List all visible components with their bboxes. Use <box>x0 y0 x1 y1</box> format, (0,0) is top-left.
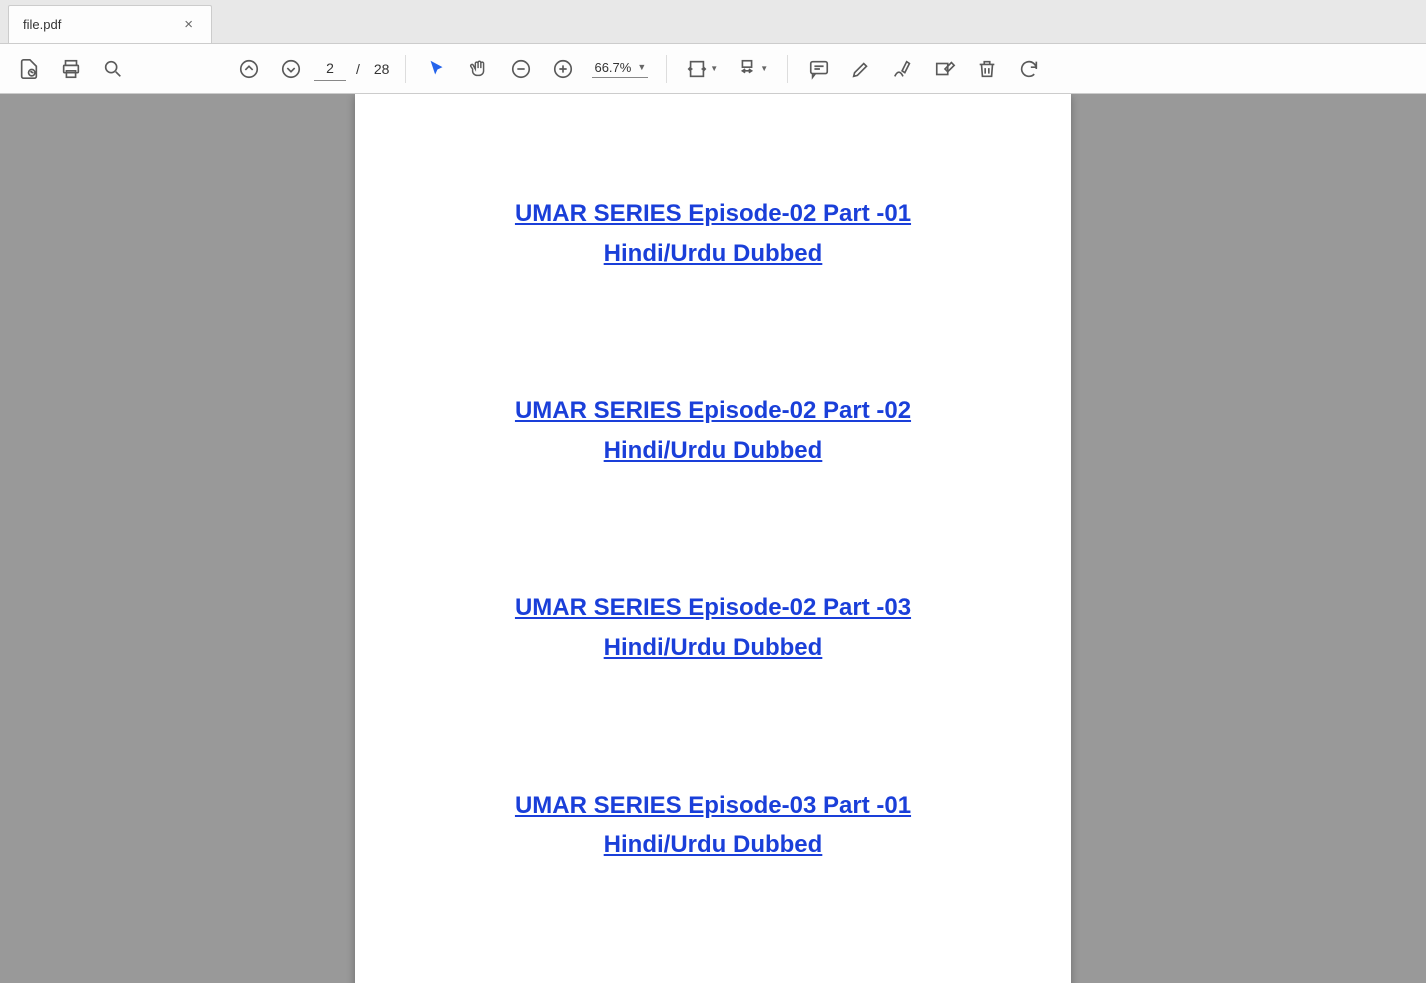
chevron-down-icon: ▼ <box>637 62 646 72</box>
page-down-button[interactable] <box>272 50 310 88</box>
chevron-down-icon: ▼ <box>710 64 718 73</box>
highlight-button[interactable] <box>842 50 880 88</box>
pdf-viewer[interactable]: UMAR SERIES Episode-02 Part -01Hindi/Urd… <box>0 94 1426 983</box>
episode-link[interactable]: UMAR SERIES Episode-02 Part -03Hindi/Urd… <box>515 594 911 661</box>
search-button[interactable] <box>94 50 132 88</box>
hand-tool-button[interactable] <box>460 50 498 88</box>
page-number-input[interactable] <box>314 57 346 81</box>
save-button[interactable] <box>10 50 48 88</box>
document-link: UMAR SERIES Episode-02 Part -03Hindi/Urd… <box>415 588 1011 667</box>
chevron-down-icon: ▼ <box>760 64 768 73</box>
delete-button[interactable] <box>968 50 1006 88</box>
separator <box>405 55 406 83</box>
zoom-dropdown[interactable]: 66.7% ▼ <box>592 60 648 78</box>
tab-title: file.pdf <box>23 17 61 32</box>
zoom-value: 66.7% <box>594 60 631 75</box>
tab-file[interactable]: file.pdf × <box>8 5 212 43</box>
fit-width-button[interactable]: ▼ <box>679 50 725 88</box>
close-icon[interactable]: × <box>180 14 197 35</box>
episode-link[interactable]: UMAR SERIES Episode-02 Part -02Hindi/Urd… <box>515 397 911 464</box>
document-link: UMAR SERIES Episode-02 Part -02Hindi/Urd… <box>415 391 1011 470</box>
document-link: UMAR SERIES Episode-03 Part -01Hindi/Urd… <box>415 786 1011 865</box>
page-total: 28 <box>374 61 390 77</box>
page-layout-button[interactable]: ▼ <box>729 50 775 88</box>
print-button[interactable] <box>52 50 90 88</box>
pdf-page: UMAR SERIES Episode-02 Part -01Hindi/Urd… <box>355 94 1071 983</box>
page-up-button[interactable] <box>230 50 268 88</box>
rotate-button[interactable] <box>1010 50 1048 88</box>
toolbar: / 28 66.7% ▼ ▼ ▼ <box>0 44 1426 94</box>
edit-text-button[interactable] <box>926 50 964 88</box>
separator <box>787 55 788 83</box>
separator <box>666 55 667 83</box>
zoom-in-button[interactable] <box>544 50 582 88</box>
document-link: UMAR SERIES Episode-02 Part -01Hindi/Urd… <box>415 194 1011 273</box>
draw-button[interactable] <box>884 50 922 88</box>
zoom-out-button[interactable] <box>502 50 540 88</box>
episode-link[interactable]: UMAR SERIES Episode-03 Part -01Hindi/Urd… <box>515 792 911 859</box>
pointer-tool-button[interactable] <box>418 50 456 88</box>
comment-button[interactable] <box>800 50 838 88</box>
tab-bar: file.pdf × <box>0 0 1426 44</box>
episode-link[interactable]: UMAR SERIES Episode-02 Part -01Hindi/Urd… <box>515 200 911 267</box>
page-separator: / <box>356 61 360 77</box>
